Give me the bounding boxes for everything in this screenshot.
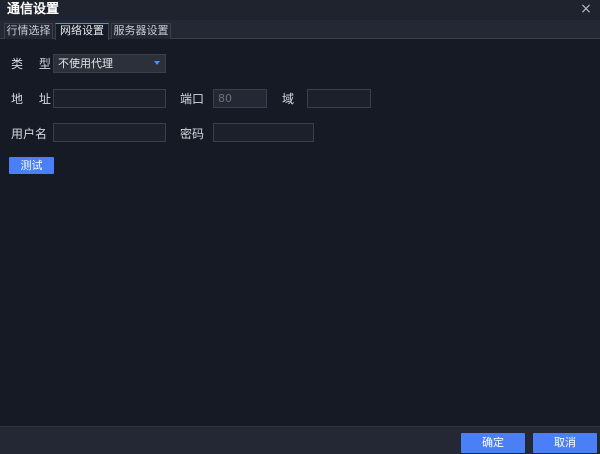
address-input[interactable] [53, 89, 166, 108]
password-input[interactable] [213, 123, 314, 142]
title-bar: 通信设置 × [0, 0, 600, 20]
port-input[interactable]: 80 [213, 89, 267, 108]
chevron-down-icon [154, 61, 160, 65]
username-input[interactable] [53, 123, 166, 142]
domain-input[interactable] [307, 89, 371, 108]
username-label: 用户名 [11, 127, 48, 141]
proxy-type-value: 不使用代理 [58, 57, 113, 70]
close-icon[interactable]: × [580, 2, 592, 16]
type-label: 类 型 [11, 57, 57, 71]
proxy-type-select[interactable]: 不使用代理 [53, 54, 166, 73]
port-label: 端口 [180, 92, 205, 106]
tab-market-selection[interactable]: 行情选择 [4, 23, 53, 39]
tab-server-settings[interactable]: 服务器设置 [111, 23, 171, 39]
tab-network-settings[interactable]: 网络设置 [55, 23, 109, 40]
test-button[interactable]: 测试 [9, 157, 54, 174]
tab-bar: 行情选择 网络设置 服务器设置 [0, 20, 600, 40]
cancel-button[interactable]: 取消 [533, 433, 597, 453]
communication-settings-dialog: 通信设置 × 行情选择 网络设置 服务器设置 类 型 不使用代理 地 址 端口 … [0, 0, 600, 454]
footer-bar: 确定 取消 [0, 426, 600, 454]
window-title: 通信设置 [7, 2, 60, 17]
password-label: 密码 [180, 127, 205, 141]
domain-label: 域 [282, 92, 295, 106]
ok-button[interactable]: 确定 [461, 433, 525, 453]
address-label: 地 址 [11, 92, 57, 106]
